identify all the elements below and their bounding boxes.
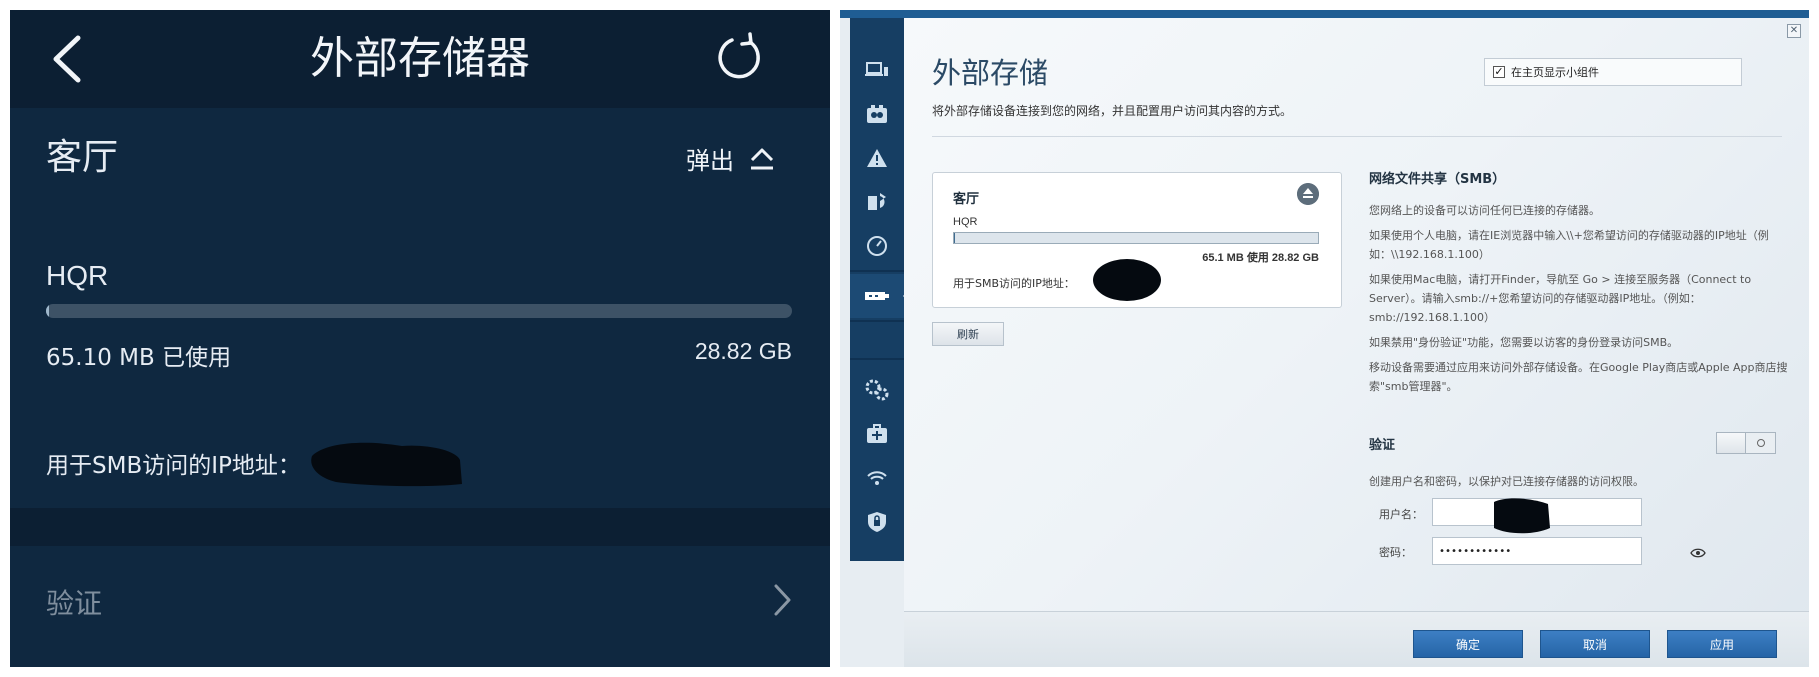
sidebar-item-speed[interactable] xyxy=(850,224,904,268)
settings-icon xyxy=(865,379,889,401)
username-label: 用户名： xyxy=(1379,508,1423,521)
device-card: 客厅 HQR 65.1 MB 使用 28.82 GB 用于SMB访问的IP地址： xyxy=(932,172,1342,308)
device-ip-label: 用于SMB访问的IP地址： xyxy=(953,277,1075,290)
smb-paragraph: 移动设备需要通过应用来访问外部存储设备。在Google Play商店或Apple… xyxy=(1369,361,1788,393)
security-icon xyxy=(868,512,886,532)
priority-icon xyxy=(868,193,886,210)
eject-icon[interactable] xyxy=(1297,183,1319,205)
device-usage-bar-fill xyxy=(954,233,956,243)
alert-icon xyxy=(867,149,887,167)
redacted-username-mark xyxy=(1494,498,1550,534)
speed-icon xyxy=(867,236,887,256)
redacted-ip-mark xyxy=(311,442,462,487)
show-widget-label: 在主页显示小组件 xyxy=(1511,66,1599,79)
redacted-ip-mark xyxy=(1093,259,1161,301)
divider xyxy=(932,136,1782,137)
device-room: 客厅 xyxy=(953,192,980,207)
eject-icon xyxy=(750,148,774,170)
section-divider xyxy=(10,508,830,546)
page-subtitle: 将外部存储设备连接到您的网络，并且配置用户访问其内容的方式。 xyxy=(932,104,1293,118)
toggle-knob xyxy=(1745,433,1775,453)
smb-ip-label: 用于SMB访问的IP地址： xyxy=(46,453,301,479)
sidebar-item-priority[interactable] xyxy=(850,180,904,224)
smb-paragraph: 您网络上的设备可以访问任何已连接的存储器。 xyxy=(1369,204,1600,217)
verify-toggle[interactable] xyxy=(1716,432,1776,454)
device-drive-name: HQR xyxy=(953,216,978,228)
ok-button[interactable]: 确定 xyxy=(1413,630,1523,658)
smb-paragraph: 如果使用Mac电脑，请打开Finder，导航至 Go > 连接至服务器（Conn… xyxy=(1369,273,1752,324)
sidebar-item-settings[interactable] xyxy=(850,368,904,412)
wifi-icon xyxy=(867,471,887,485)
usage-bar-fill xyxy=(46,304,49,318)
sidebar-item-troubleshoot[interactable] xyxy=(850,412,904,456)
eject-button[interactable]: 弹出 xyxy=(686,136,776,180)
top-strip xyxy=(840,10,1809,18)
sidebar-divider xyxy=(850,320,904,322)
verify-heading: 验证 xyxy=(1369,438,1396,453)
smb-paragraph: 如果禁用"身份验证"功能，您需要以访客的身份登录访问SMB。 xyxy=(1369,336,1679,349)
sidebar-item-security[interactable] xyxy=(850,500,904,544)
password-label: 密码： xyxy=(1379,546,1412,559)
smb-section: 网络文件共享（SMB） 您网络上的设备可以访问任何已连接的存储器。 如果使用个人… xyxy=(1369,168,1789,402)
toggle-off-icon xyxy=(1756,439,1765,447)
usage-bar xyxy=(46,304,792,318)
auth-row[interactable]: 验证 xyxy=(10,546,830,667)
storage-card: 客厅 弹出 HQR 65.10 MB 已使用 28.82 GB 用于SMB访问的… xyxy=(10,108,830,508)
verify-description: 创建用户名和密码，以保护对已连接存储器的访问权限。 xyxy=(1369,475,1644,488)
cancel-button[interactable]: 取消 xyxy=(1540,630,1650,658)
page-title: 外部存储器 xyxy=(310,33,530,84)
show-widget-checkbox[interactable]: ✓ xyxy=(1493,66,1505,78)
close-icon[interactable]: ✕ xyxy=(1787,24,1801,38)
sidebar-divider xyxy=(850,270,904,272)
device-usage-bar xyxy=(953,232,1319,244)
sidebar xyxy=(850,18,911,561)
main-panel: ✕ 外部存储 将外部存储设备连接到您的网络，并且配置用户访问其内容的方式。 ✓ … xyxy=(904,18,1809,667)
sidebar-item-usb[interactable] xyxy=(850,274,911,318)
mobile-header: 外部存储器 xyxy=(10,10,830,108)
page-title: 外部存储 xyxy=(932,56,1049,90)
apply-button[interactable]: 应用 xyxy=(1667,630,1777,658)
used-space: 65.10 MB 已使用 xyxy=(46,345,232,371)
total-space: 28.82 GB xyxy=(694,338,792,364)
drive-name: HQR xyxy=(46,260,109,291)
web-router-ui: ✕ 外部存储 将外部存储设备连接到您的网络，并且配置用户访问其内容的方式。 ✓ … xyxy=(840,10,1809,667)
auth-label: 验证 xyxy=(46,587,103,620)
troubleshoot-icon xyxy=(867,424,887,443)
chevron-right-icon xyxy=(774,584,791,616)
usb-icon xyxy=(865,292,889,300)
mobile-app: 外部存储器 客厅 弹出 HQR 65.10 MB 已使用 28.82 GB 用于… xyxy=(10,10,830,667)
device-usage-text: 65.1 MB 使用 28.82 GB xyxy=(1202,252,1319,264)
sidebar-item-devices[interactable] xyxy=(850,48,904,92)
show-widget-toggle[interactable]: ✓ 在主页显示小组件 xyxy=(1484,58,1742,86)
sidebar-item-wifi[interactable] xyxy=(850,456,904,500)
eject-label: 弹出 xyxy=(686,146,734,175)
refresh-button[interactable]: 刷新 xyxy=(932,322,1004,346)
refresh-icon[interactable] xyxy=(710,30,766,86)
smb-heading: 网络文件共享（SMB） xyxy=(1369,172,1506,187)
sidebar-item-alerts[interactable] xyxy=(850,136,904,180)
devices-icon xyxy=(865,62,888,76)
smb-paragraph: 如果使用个人电脑，请在IE浏览器中输入\\+您希望访问的存储驱动器的IP地址（例… xyxy=(1369,229,1769,261)
room-name: 客厅 xyxy=(46,137,119,178)
eye-icon[interactable] xyxy=(1690,547,1706,559)
sidebar-item-parental[interactable] xyxy=(850,92,904,136)
password-field[interactable] xyxy=(1432,537,1642,565)
parental-icon xyxy=(867,105,887,123)
sidebar-divider xyxy=(850,358,904,360)
